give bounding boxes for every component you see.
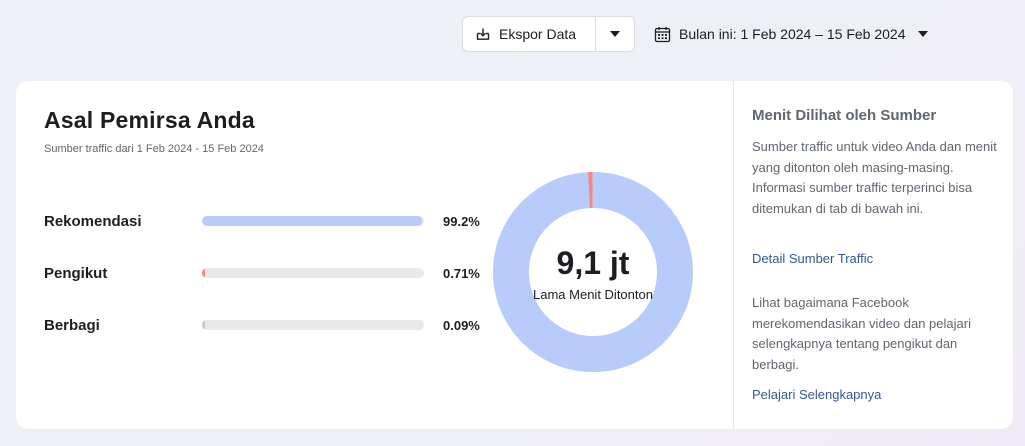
sidebar-recommend-text: Lihat bagaimana Facebook merekomendasika… [752, 295, 971, 372]
source-name: Pengikut [44, 264, 108, 282]
source-name: Rekomendasi [44, 212, 142, 230]
total-minutes-caption: Lama Menit Ditonton [533, 286, 653, 302]
export-data-button[interactable]: Ekspor Data [463, 17, 596, 51]
date-range-label: Bulan ini: 1 Feb 2024 – 15 Feb 2024 [679, 26, 906, 42]
traffic-detail-link[interactable]: Detail Sumber Traffic [752, 251, 873, 266]
card-title: Asal Pemirsa Anda [44, 107, 255, 133]
total-minutes-value: 9,1 jt [556, 244, 630, 281]
export-data-label: Ekspor Data [499, 26, 577, 42]
audience-source-card: Asal Pemirsa Anda Sumber traffic dari 1 … [16, 81, 1013, 429]
donut-center: 9,1 jt Lama Menit Ditonton [492, 171, 694, 373]
minutes-donut-chart: 9,1 jt Lama Menit Ditonton [492, 171, 694, 373]
calendar-icon [654, 26, 671, 42]
source-bar-track [202, 268, 424, 278]
source-row-rekomendasi: Rekomendasi 99.2% [44, 211, 488, 231]
total-minutes-caption-clip: Lama Menit Ditonton [529, 287, 657, 302]
source-name: Berbagi [44, 316, 100, 334]
source-bar-fill [202, 216, 423, 226]
learn-more-link[interactable]: Pelajari Selengkapnya [752, 387, 881, 402]
source-row-berbagi: Berbagi 0.09% [44, 315, 488, 335]
source-bar-fill [202, 320, 205, 330]
sidebar-title: Menit Dilihat oleh Sumber [752, 107, 937, 124]
source-percent: 99.2% [443, 213, 480, 229]
panel-divider [733, 81, 734, 429]
source-bar-fill [202, 268, 205, 278]
source-percent: 0.71% [443, 265, 480, 281]
card-subtitle: Sumber traffic dari 1 Feb 2024 - 15 Feb … [44, 143, 264, 155]
source-percent: 0.09% [443, 317, 480, 333]
caret-down-icon [917, 31, 928, 37]
export-data-button-group: Ekspor Data [462, 16, 635, 52]
download-icon [476, 28, 490, 40]
sidebar-description: Sumber traffic untuk video Anda dan meni… [752, 139, 997, 216]
source-bar-track [202, 216, 424, 226]
caret-down-icon [610, 31, 620, 37]
source-bar-track [202, 320, 424, 330]
source-row-pengikut: Pengikut 0.71% [44, 263, 488, 283]
date-range-picker[interactable]: Bulan ini: 1 Feb 2024 – 15 Feb 2024 [654, 16, 928, 52]
export-options-dropdown[interactable] [596, 17, 634, 51]
